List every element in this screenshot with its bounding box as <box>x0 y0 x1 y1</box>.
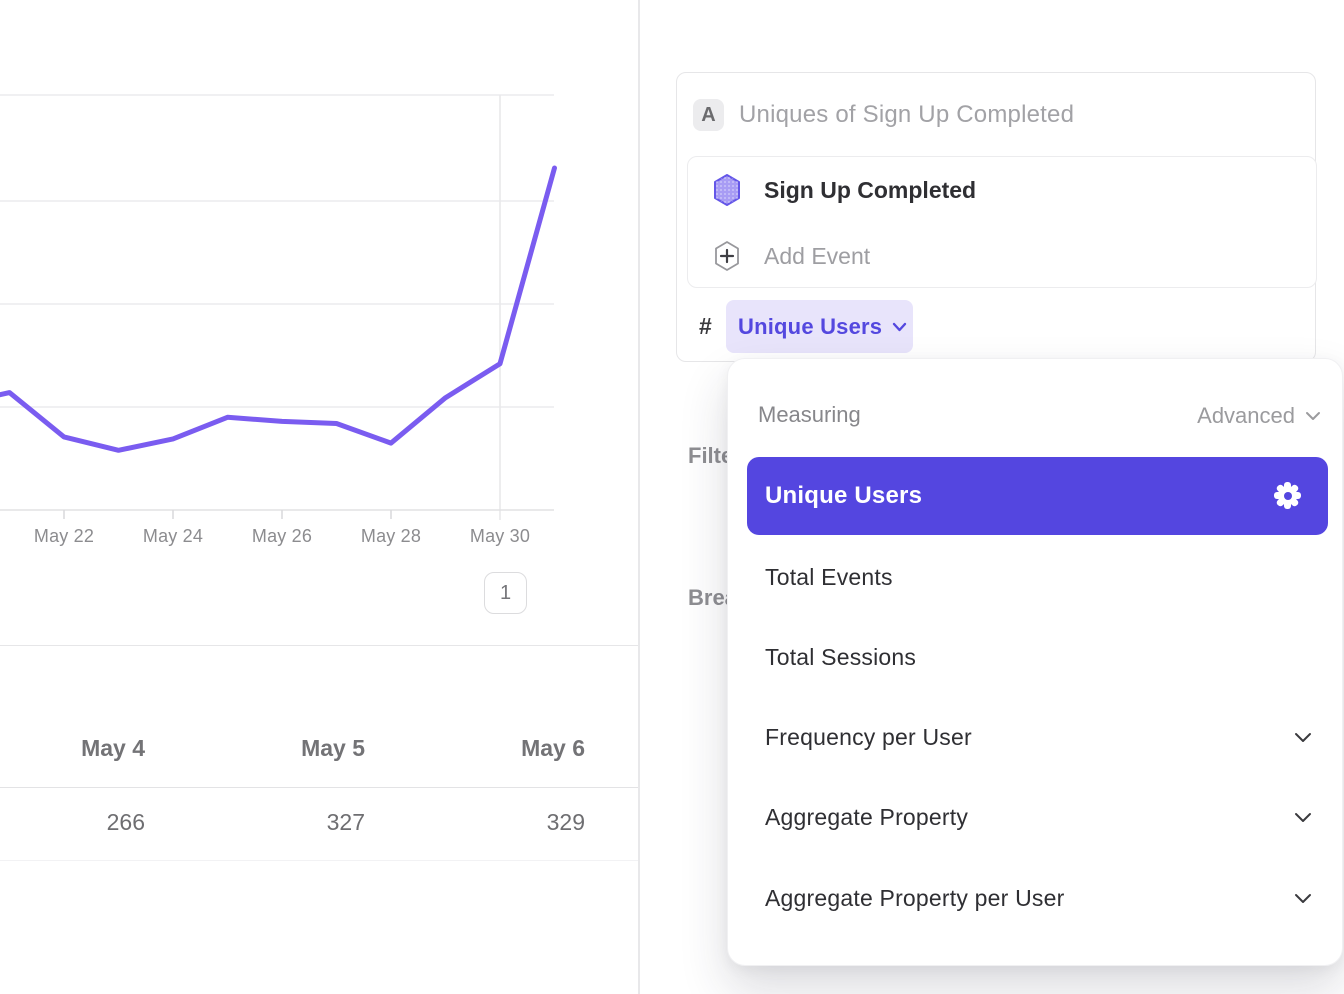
chevron-down-icon <box>1294 812 1312 823</box>
table-column-header: May 5 <box>165 734 365 762</box>
menu-item-label: Aggregate Property <box>765 804 968 831</box>
menu-item-total-events[interactable]: Total Events <box>728 551 1342 603</box>
selected-item-label: Unique Users <box>765 482 922 510</box>
count-symbol: # <box>699 313 712 340</box>
x-tick-label: May 22 <box>19 526 109 547</box>
x-tick-label: May 24 <box>128 526 218 547</box>
chevron-down-icon <box>892 322 907 332</box>
advanced-mode-label: Advanced <box>1197 403 1295 429</box>
menu-item-label: Frequency per User <box>765 724 972 751</box>
table-top-divider <box>0 645 639 646</box>
line-chart-canvas <box>0 0 639 530</box>
advanced-mode-selector[interactable]: Advanced <box>1197 397 1321 435</box>
measurement-pill-label: Unique Users <box>738 314 882 340</box>
panel-divider <box>638 0 640 994</box>
menu-item-label: Total Sessions <box>765 644 916 671</box>
measuring-dropdown-menu: Measuring Advanced Unique Users Total Ev… <box>727 358 1343 966</box>
x-tick-label: May 28 <box>346 526 436 547</box>
measurement-pill-button[interactable]: Unique Users <box>726 300 913 353</box>
event-list-card: Sign Up Completed Add Event <box>687 156 1317 288</box>
add-event-label: Add Event <box>764 243 870 270</box>
add-event-button[interactable]: Add Event <box>688 223 1316 289</box>
menu-item-aggregate-property[interactable]: Aggregate Property <box>728 791 1342 843</box>
menu-item-aggregate-property-per-user[interactable]: Aggregate Property per User <box>728 872 1342 924</box>
gear-hole <box>1284 492 1292 500</box>
menu-item-frequency-per-user[interactable]: Frequency per User <box>728 711 1342 763</box>
measuring-label: Measuring <box>758 402 861 428</box>
menu-item-label: Total Events <box>765 564 893 591</box>
query-title: Uniques of Sign Up Completed <box>739 99 1074 131</box>
add-event-plus-icon <box>712 239 742 273</box>
table-row-divider <box>0 860 639 861</box>
chevron-down-icon <box>1294 893 1312 904</box>
event-hexagon-icon <box>712 173 742 207</box>
line-chart: May 22 May 24 May 26 May 28 May 30 1 <box>0 0 639 645</box>
menu-item-total-sessions[interactable]: Total Sessions <box>728 631 1342 683</box>
chevron-down-icon <box>1294 732 1312 743</box>
table-column-header: May 6 <box>385 734 585 762</box>
event-row[interactable]: Sign Up Completed <box>688 157 1316 223</box>
menu-item-unique-users-selected[interactable]: Unique Users <box>747 457 1328 535</box>
table-cell-value: 327 <box>165 808 365 836</box>
annotation-badge[interactable]: 1 <box>484 572 527 614</box>
insights-report-screen: May 22 May 24 May 26 May 28 May 30 1 May… <box>0 0 1344 994</box>
x-tick-label: May 30 <box>455 526 545 547</box>
x-tick-label: May 26 <box>237 526 327 547</box>
table-header-divider <box>0 787 639 788</box>
table-cell-value: 329 <box>385 808 585 836</box>
gear-icon[interactable] <box>1273 481 1302 510</box>
data-series-line <box>0 168 555 450</box>
dropdown-header-row: Measuring Advanced <box>728 389 1342 441</box>
series-letter-badge: A <box>693 99 724 131</box>
menu-item-label: Aggregate Property per User <box>765 885 1064 912</box>
table-column-header: May 4 <box>0 734 145 762</box>
event-name-label: Sign Up Completed <box>764 177 976 204</box>
table-cell-value: 266 <box>0 808 145 836</box>
chevron-down-icon <box>1305 411 1321 421</box>
